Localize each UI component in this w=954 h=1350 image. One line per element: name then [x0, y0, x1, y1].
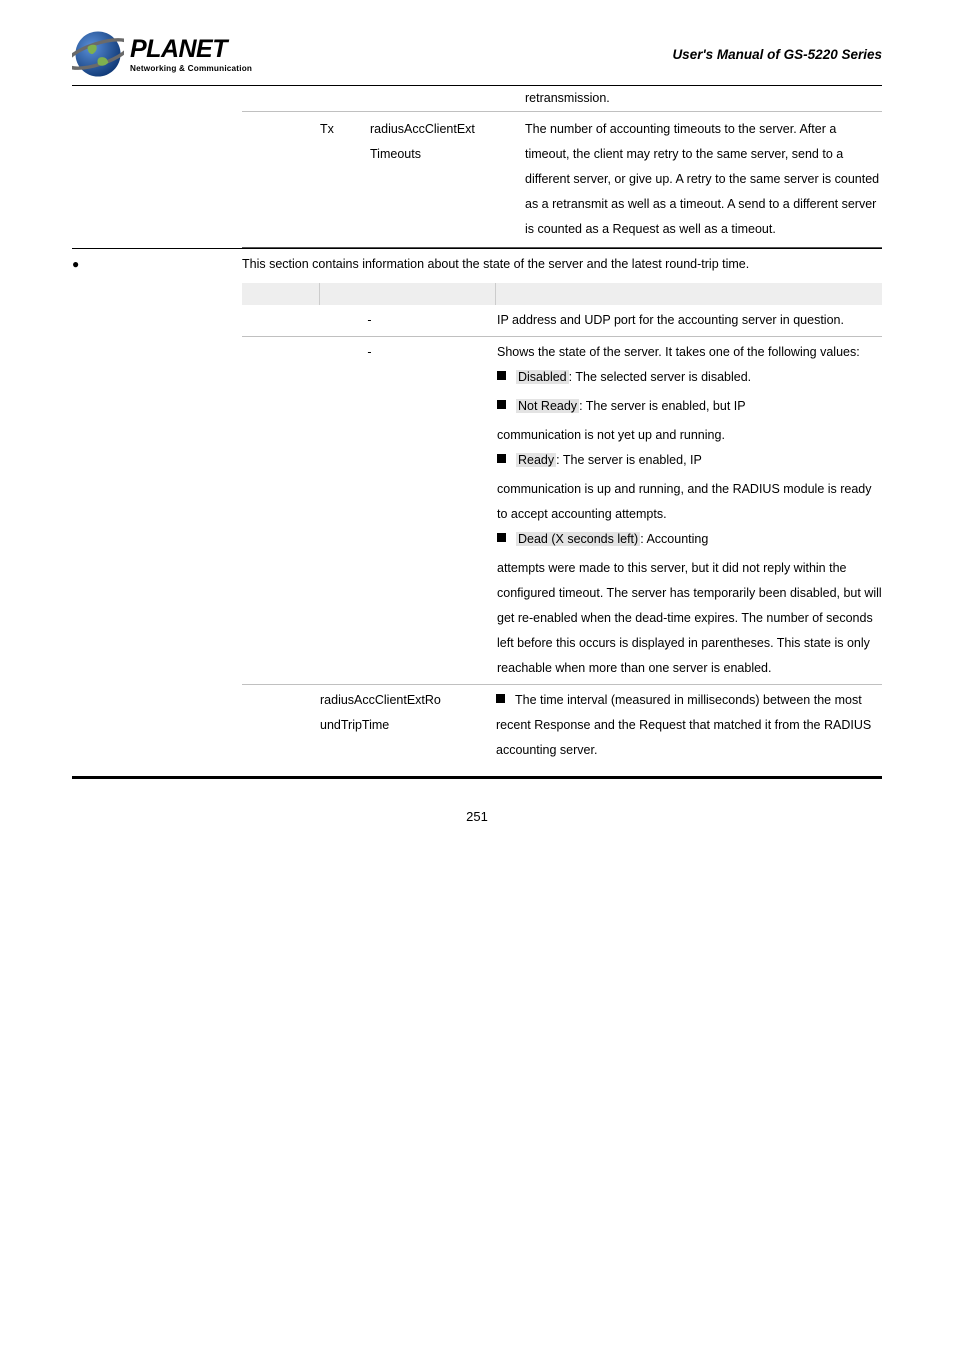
state-intro: Shows the state of the server. It takes …	[497, 340, 882, 365]
table-header-band	[242, 283, 882, 305]
state-not-ready: Not Ready: The server is enabled, but IP	[497, 394, 882, 419]
mib-name-timeouts: radiusAccClientExtTimeouts	[370, 117, 525, 242]
retrans-continuation: retransmission.	[525, 86, 882, 111]
manual-title: User's Manual of GS-5220 Series	[672, 47, 882, 62]
section-bullet: ●	[72, 249, 242, 766]
square-bullet-icon	[497, 454, 506, 463]
brand-name: PLANET	[130, 35, 252, 64]
direction-tx: Tx	[320, 117, 370, 242]
planet-globe-icon	[72, 28, 124, 80]
square-bullet-icon	[497, 400, 506, 409]
square-bullet-icon	[497, 533, 506, 542]
square-bullet-icon	[497, 371, 506, 380]
dash-cell: -	[242, 308, 497, 333]
ip-desc: IP address and UDP port for the accounti…	[497, 308, 882, 333]
logo: PLANET Networking & Communication	[72, 28, 252, 80]
state-ready-cont: communication is up and running, and the…	[497, 477, 882, 527]
section-intro: This section contains information about …	[242, 249, 882, 283]
page-header: PLANET Networking & Communication User's…	[0, 0, 954, 85]
state-ready: Ready: The server is enabled, IP	[497, 448, 882, 473]
content-table-2: ● This section contains information abou…	[72, 249, 882, 766]
timeouts-description: The number of accounting timeouts to the…	[525, 117, 882, 242]
dash-cell: -	[242, 340, 497, 681]
mib-rtt: radiusAccClientExtRoundTripTime	[320, 688, 496, 763]
page-number: 251	[72, 779, 882, 824]
state-disabled: Disabled: The selected server is disable…	[497, 365, 882, 390]
brand-tagline: Networking & Communication	[130, 64, 252, 73]
content-table: retransmission. Tx radiusAccClientExtTim…	[72, 86, 882, 248]
state-dead-cont: attempts were made to this server, but i…	[497, 556, 882, 681]
state-dead: Dead (X seconds left): Accounting	[497, 527, 882, 552]
rtt-desc: The time interval (measured in milliseco…	[496, 688, 882, 763]
state-not-ready-cont: communication is not yet up and running.	[497, 423, 882, 448]
square-bullet-icon	[496, 694, 505, 703]
